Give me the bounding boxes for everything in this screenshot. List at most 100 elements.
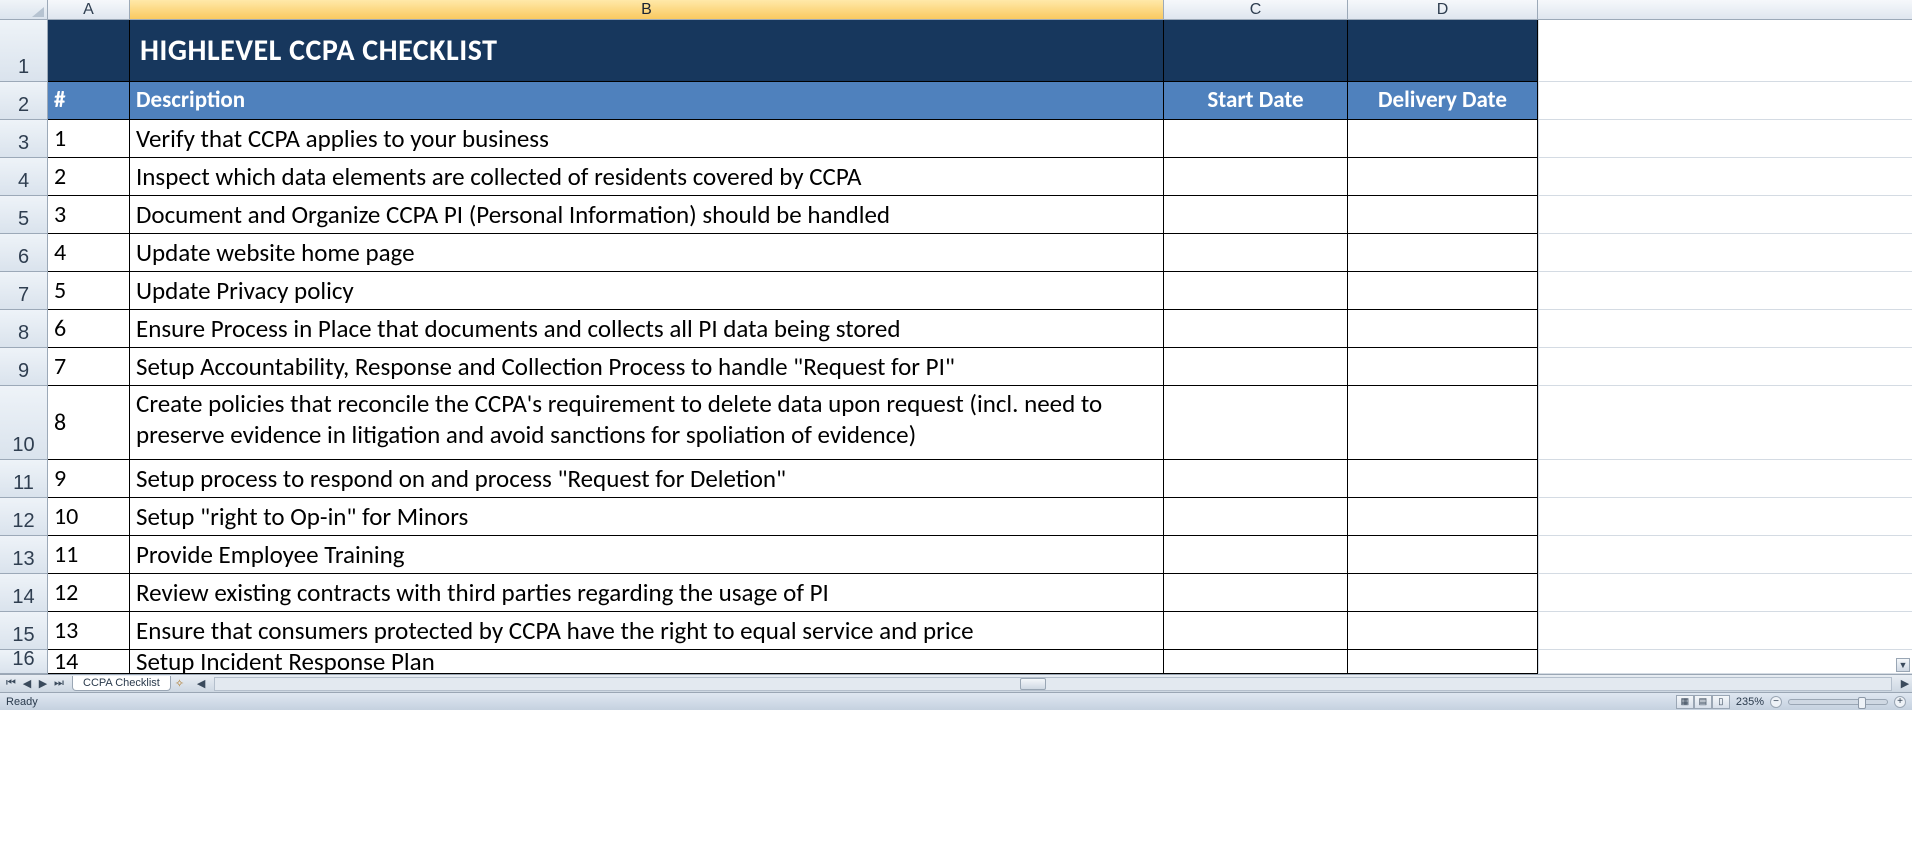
cell-A4[interactable]: 2 bbox=[48, 158, 130, 196]
cell-extra[interactable] bbox=[1538, 386, 1912, 460]
cell-A15[interactable]: 13 bbox=[48, 612, 130, 650]
row-header[interactable]: 3 bbox=[0, 120, 48, 158]
column-header-D[interactable]: D bbox=[1348, 0, 1538, 19]
row-header[interactable]: 8 bbox=[0, 310, 48, 348]
cell-C2[interactable]: Start Date bbox=[1164, 82, 1348, 120]
cell-D10[interactable] bbox=[1348, 386, 1538, 460]
select-all-corner[interactable] bbox=[0, 0, 48, 19]
cell-C8[interactable] bbox=[1164, 310, 1348, 348]
cell-B12[interactable]: Setup "right to Op-in" for Minors bbox=[130, 498, 1164, 536]
cell-D9[interactable] bbox=[1348, 348, 1538, 386]
view-page-break-icon[interactable]: ▯ bbox=[1712, 695, 1730, 709]
cell-extra[interactable] bbox=[1538, 20, 1912, 82]
cell-B14[interactable]: Review existing contracts with third par… bbox=[130, 574, 1164, 612]
cell-D2[interactable]: Delivery Date bbox=[1348, 82, 1538, 120]
tab-nav-prev-icon[interactable]: ◀ bbox=[20, 677, 34, 691]
column-header-A[interactable]: A bbox=[48, 0, 130, 19]
cell-C5[interactable] bbox=[1164, 196, 1348, 234]
cell-extra[interactable] bbox=[1538, 498, 1912, 536]
row-header[interactable]: 13 bbox=[0, 536, 48, 574]
row-header[interactable]: 11 bbox=[0, 460, 48, 498]
row-header[interactable]: 2 bbox=[0, 82, 48, 120]
cell-D8[interactable] bbox=[1348, 310, 1538, 348]
cell-D1[interactable] bbox=[1348, 20, 1538, 82]
cell-D11[interactable] bbox=[1348, 460, 1538, 498]
cell-D13[interactable] bbox=[1348, 536, 1538, 574]
cell-extra[interactable] bbox=[1538, 120, 1912, 158]
cell-B2[interactable]: Description bbox=[130, 82, 1164, 120]
cell-extra[interactable] bbox=[1538, 82, 1912, 120]
cell-C1[interactable] bbox=[1164, 20, 1348, 82]
vertical-scroll-down-arrow[interactable]: ▼ bbox=[1896, 658, 1910, 672]
cell-extra[interactable] bbox=[1538, 348, 1912, 386]
cell-D15[interactable] bbox=[1348, 612, 1538, 650]
cell-C12[interactable] bbox=[1164, 498, 1348, 536]
row-header[interactable]: 12 bbox=[0, 498, 48, 536]
cell-C15[interactable] bbox=[1164, 612, 1348, 650]
hscroll-left-arrow-icon[interactable]: ◀ bbox=[194, 677, 208, 691]
cell-extra[interactable] bbox=[1538, 234, 1912, 272]
cell-A9[interactable]: 7 bbox=[48, 348, 130, 386]
cell-C4[interactable] bbox=[1164, 158, 1348, 196]
row-header[interactable]: 9 bbox=[0, 348, 48, 386]
cell-C14[interactable] bbox=[1164, 574, 1348, 612]
cell-B13[interactable]: Provide Employee Training bbox=[130, 536, 1164, 574]
column-header-C[interactable]: C bbox=[1164, 0, 1348, 19]
cell-D12[interactable] bbox=[1348, 498, 1538, 536]
cell-extra[interactable] bbox=[1538, 196, 1912, 234]
column-header-B[interactable]: B bbox=[130, 0, 1164, 19]
cell-extra[interactable] bbox=[1538, 310, 1912, 348]
zoom-in-button[interactable]: + bbox=[1894, 696, 1906, 708]
cell-B10[interactable]: Create policies that reconcile the CCPA'… bbox=[130, 386, 1164, 460]
cell-extra[interactable] bbox=[1538, 536, 1912, 574]
cell-A6[interactable]: 4 bbox=[48, 234, 130, 272]
cell-B7[interactable]: Update Privacy policy bbox=[130, 272, 1164, 310]
row-header[interactable]: 4 bbox=[0, 158, 48, 196]
cell-A11[interactable]: 9 bbox=[48, 460, 130, 498]
cell-B16[interactable]: Setup Incident Response Plan bbox=[130, 650, 1164, 674]
cell-C11[interactable] bbox=[1164, 460, 1348, 498]
row-header[interactable]: 5 bbox=[0, 196, 48, 234]
cell-B8[interactable]: Ensure Process in Place that documents a… bbox=[130, 310, 1164, 348]
sheet-tab-active[interactable]: CCPA Checklist bbox=[72, 676, 171, 691]
cell-A10[interactable]: 8 bbox=[48, 386, 130, 460]
row-header[interactable]: 7 bbox=[0, 272, 48, 310]
cell-D7[interactable] bbox=[1348, 272, 1538, 310]
cell-A16[interactable]: 14 bbox=[48, 650, 130, 674]
cell-B6[interactable]: Update website home page bbox=[130, 234, 1164, 272]
row-header[interactable]: 6 bbox=[0, 234, 48, 272]
cell-B3[interactable]: Verify that CCPA applies to your busines… bbox=[130, 120, 1164, 158]
cell-B4[interactable]: Inspect which data elements are collecte… bbox=[130, 158, 1164, 196]
row-header[interactable]: 16 bbox=[0, 650, 48, 674]
cell-C3[interactable] bbox=[1164, 120, 1348, 158]
cell-C13[interactable] bbox=[1164, 536, 1348, 574]
cell-extra[interactable] bbox=[1538, 650, 1912, 674]
cell-C7[interactable] bbox=[1164, 272, 1348, 310]
cell-A2[interactable]: # bbox=[48, 82, 130, 120]
tab-nav-first-icon[interactable]: ⏮ bbox=[4, 677, 18, 691]
zoom-slider-thumb[interactable] bbox=[1858, 697, 1866, 709]
row-header[interactable]: 14 bbox=[0, 574, 48, 612]
cell-A7[interactable]: 5 bbox=[48, 272, 130, 310]
row-header[interactable]: 1 bbox=[0, 20, 48, 82]
cell-A5[interactable]: 3 bbox=[48, 196, 130, 234]
cell-B15[interactable]: Ensure that consumers protected by CCPA … bbox=[130, 612, 1164, 650]
zoom-slider[interactable] bbox=[1788, 699, 1888, 705]
view-page-layout-icon[interactable]: ▤ bbox=[1694, 695, 1712, 709]
cell-B1[interactable]: HIGHLEVEL CCPA CHECKLIST bbox=[130, 20, 1164, 82]
cell-C16[interactable] bbox=[1164, 650, 1348, 674]
cell-D14[interactable] bbox=[1348, 574, 1538, 612]
zoom-level[interactable]: 235% bbox=[1736, 696, 1764, 708]
cell-C10[interactable] bbox=[1164, 386, 1348, 460]
cell-extra[interactable] bbox=[1538, 574, 1912, 612]
cell-B11[interactable]: Setup process to respond on and process … bbox=[130, 460, 1164, 498]
row-header[interactable]: 15 bbox=[0, 612, 48, 650]
hscroll-right-arrow-icon[interactable]: ▶ bbox=[1898, 677, 1912, 691]
insert-sheet-icon[interactable]: ✧ bbox=[175, 677, 184, 690]
zoom-out-button[interactable]: − bbox=[1770, 696, 1782, 708]
cell-extra[interactable] bbox=[1538, 612, 1912, 650]
horizontal-scrollbar[interactable] bbox=[214, 677, 1892, 691]
row-header[interactable]: 10 bbox=[0, 386, 48, 460]
cell-A8[interactable]: 6 bbox=[48, 310, 130, 348]
cell-A12[interactable]: 10 bbox=[48, 498, 130, 536]
